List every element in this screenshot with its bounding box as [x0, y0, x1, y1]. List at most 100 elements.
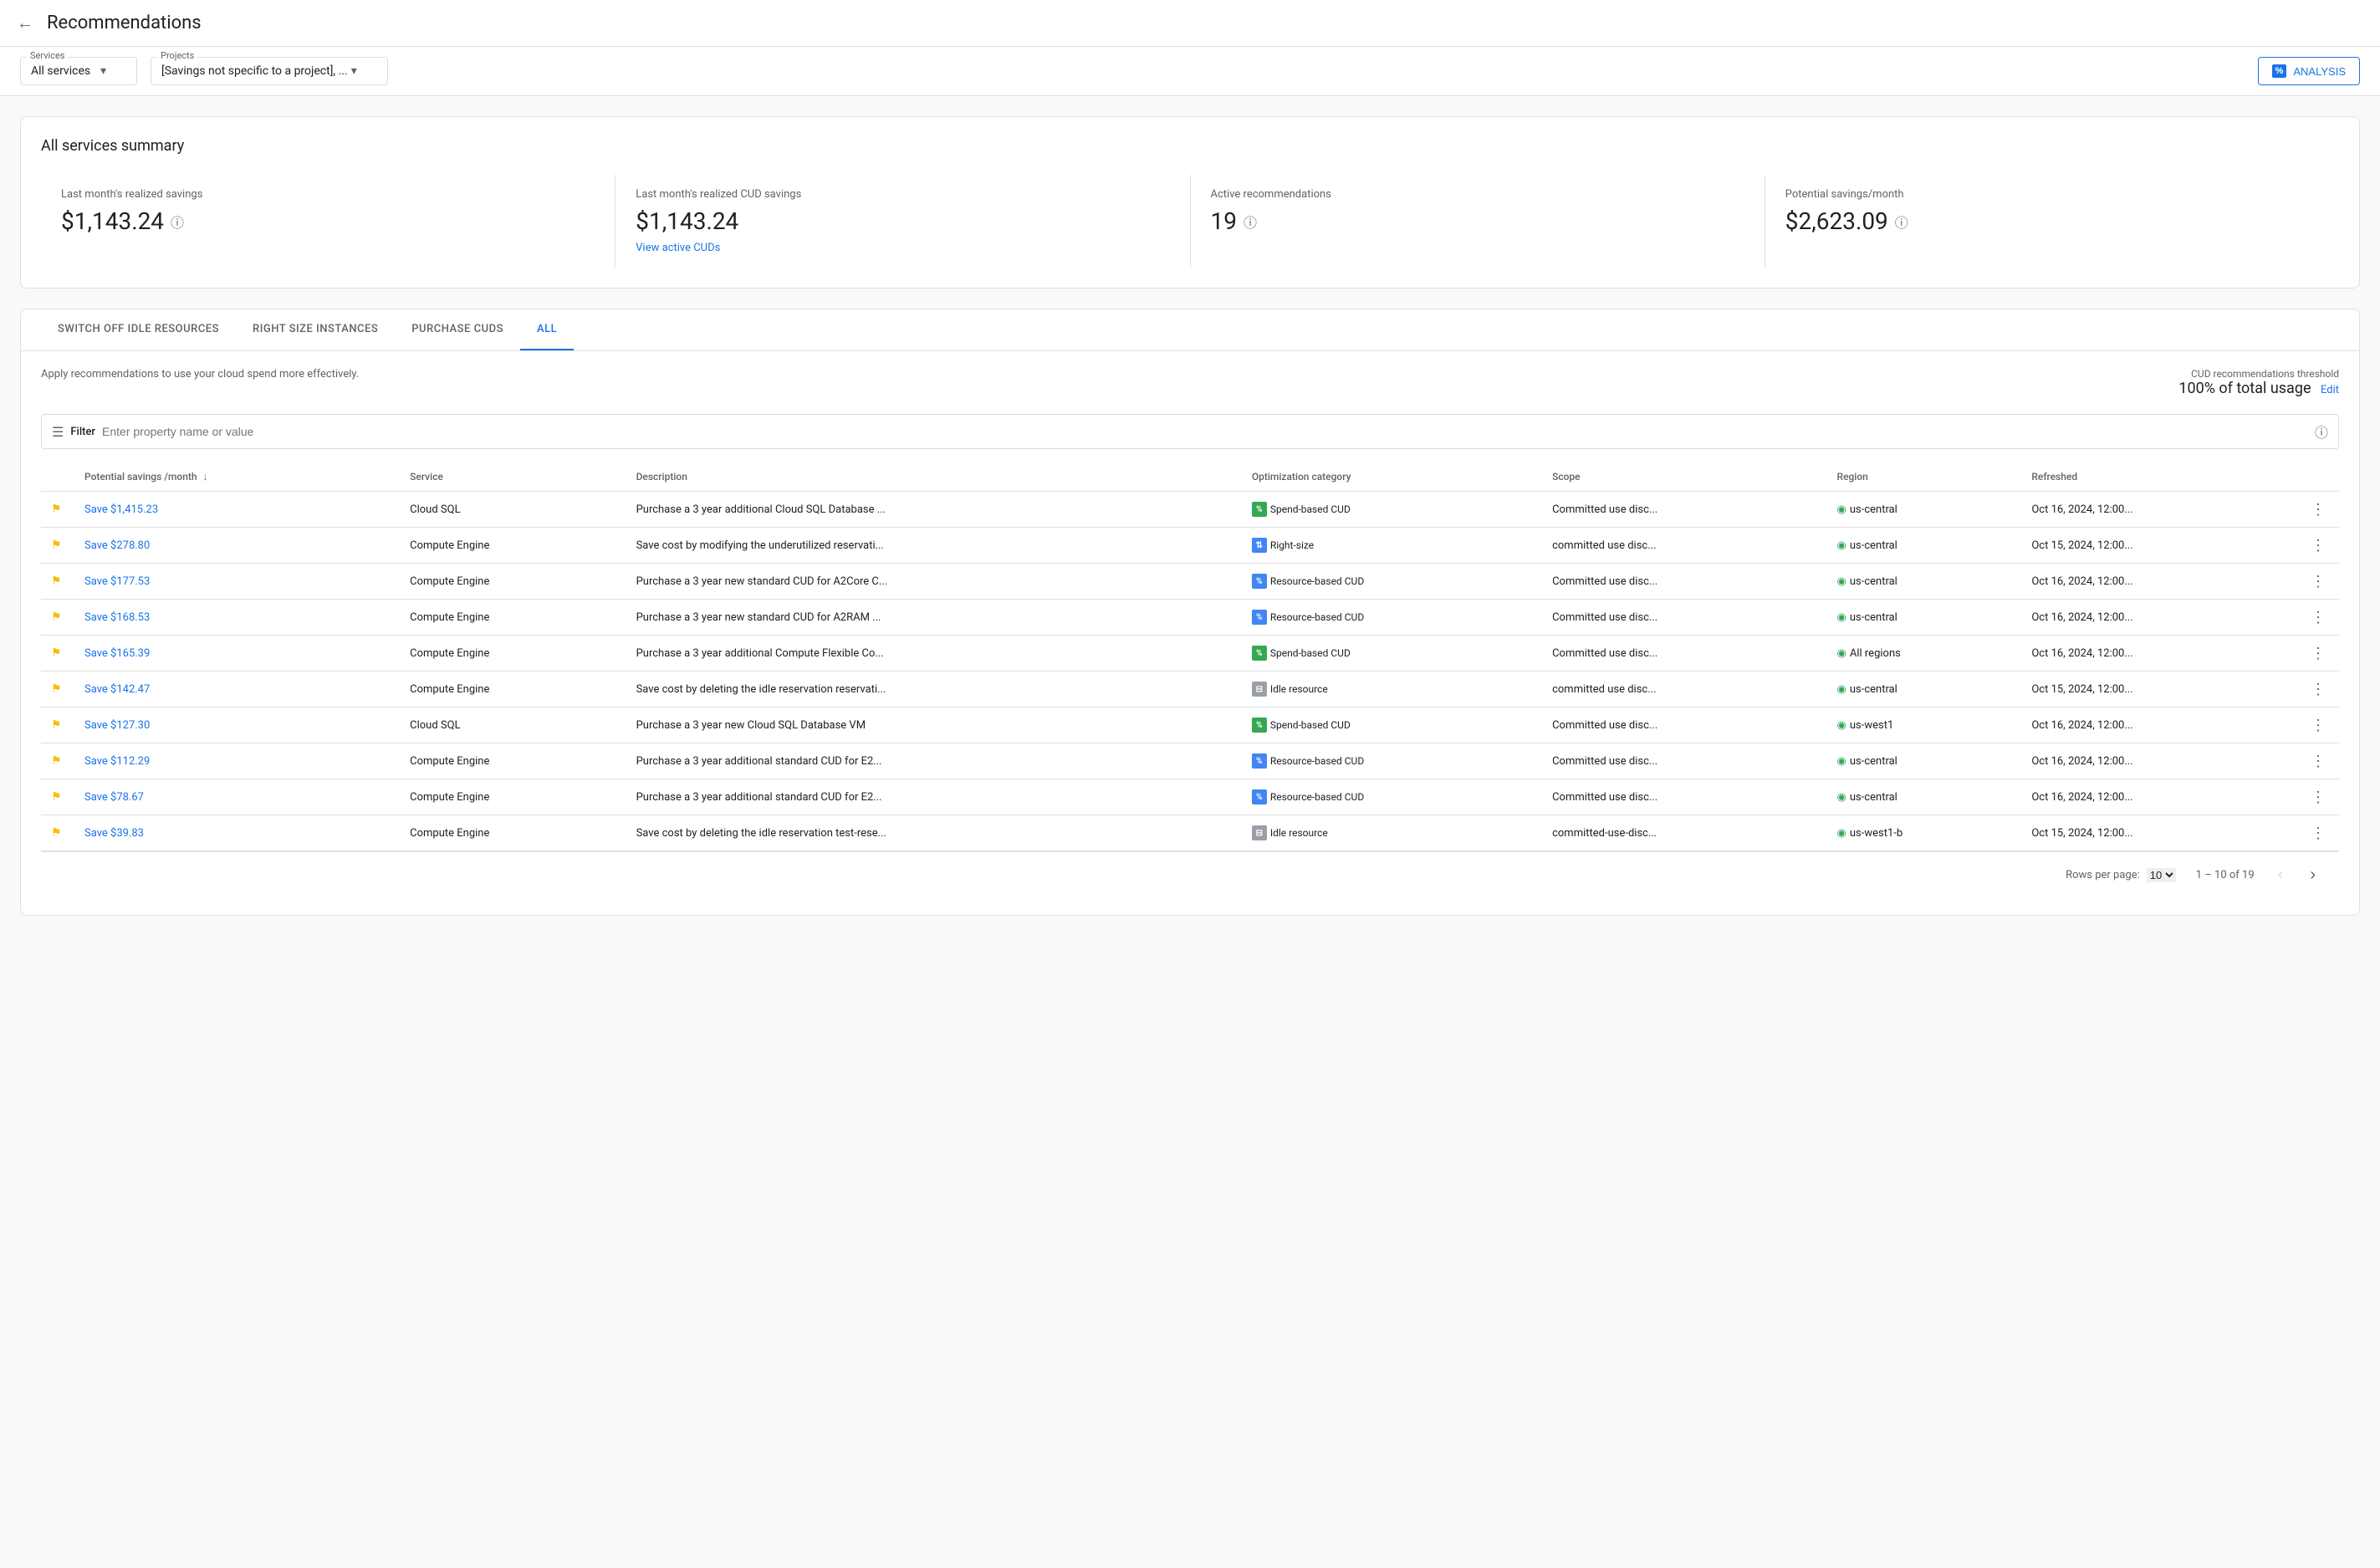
row-flag: ⚑: [41, 707, 74, 743]
table-row: ⚑ Save $127.30 Cloud SQL Purchase a 3 ye…: [41, 707, 2339, 743]
more-actions-icon[interactable]: ⋮: [2307, 605, 2329, 630]
info-icon-realized-savings[interactable]: ⓘ: [171, 212, 184, 232]
more-actions-icon[interactable]: ⋮: [2307, 641, 2329, 666]
opt-badge-icon: ⇅: [1252, 538, 1267, 553]
row-optimization: % Spend-based CUD: [1242, 492, 1542, 528]
th-region[interactable]: Region: [1827, 462, 2022, 492]
view-active-cuds-link[interactable]: View active CUDs: [636, 242, 720, 254]
th-service[interactable]: Service: [400, 462, 626, 492]
more-actions-icon[interactable]: ⋮: [2307, 785, 2329, 810]
analysis-button[interactable]: % ANALYSIS: [2258, 57, 2360, 85]
row-savings: Save $1,415.23: [74, 492, 400, 528]
row-refreshed: Oct 16, 2024, 12:00...: [2021, 492, 2297, 528]
row-description: Purchase a 3 year additional standard CU…: [626, 779, 1242, 815]
savings-link[interactable]: Save $1,415.23: [84, 503, 158, 516]
flag-icon: ⚑: [51, 826, 62, 840]
opt-badge-icon: %: [1252, 646, 1267, 661]
row-region: ◉ us-west1-b: [1827, 815, 2022, 851]
projects-select[interactable]: [Savings not specific to a project], ...…: [151, 57, 388, 85]
row-region: ◉ us-central: [1827, 528, 2022, 564]
card-value-active-recommendations: 19 ⓘ: [1211, 207, 1258, 235]
info-icon-active-recommendations[interactable]: ⓘ: [1244, 212, 1257, 232]
opt-category-label: Idle resource: [1270, 827, 1328, 839]
region-icon: ◉: [1837, 503, 1846, 516]
tab-switch-off-idle[interactable]: SWITCH OFF IDLE RESOURCES: [41, 309, 236, 350]
more-actions-icon[interactable]: ⋮: [2307, 534, 2329, 558]
services-select[interactable]: All services ▾: [20, 57, 137, 85]
tab-right-size[interactable]: RIGHT SIZE INSTANCES: [236, 309, 395, 350]
th-description[interactable]: Description: [626, 462, 1242, 492]
table-row: ⚑ Save $142.47 Compute Engine Save cost …: [41, 672, 2339, 707]
row-description: Purchase a 3 year additional standard CU…: [626, 743, 1242, 779]
cud-threshold-label: CUD recommendations threshold: [2178, 368, 2339, 380]
more-actions-icon[interactable]: ⋮: [2307, 821, 2329, 845]
summary-section: All services summary Last month's realiz…: [20, 116, 2360, 289]
row-savings: Save $39.83: [74, 815, 400, 851]
row-more: ⋮: [2297, 636, 2339, 672]
th-refreshed[interactable]: Refreshed: [2021, 462, 2297, 492]
table-row: ⚑ Save $278.80 Compute Engine Save cost …: [41, 528, 2339, 564]
savings-link[interactable]: Save $78.67: [84, 791, 144, 804]
info-icon-potential-savings[interactable]: ⓘ: [1895, 212, 1908, 232]
more-actions-icon[interactable]: ⋮: [2307, 749, 2329, 774]
row-flag: ⚑: [41, 600, 74, 636]
row-region: ◉ us-central: [1827, 672, 2022, 707]
projects-chevron-icon: ▾: [351, 64, 357, 78]
projects-label: Projects: [157, 50, 197, 61]
savings-link[interactable]: Save $278.80: [84, 539, 150, 552]
region-icon: ◉: [1837, 755, 1846, 768]
row-service: Compute Engine: [400, 636, 626, 672]
tabs: SWITCH OFF IDLE RESOURCES RIGHT SIZE INS…: [21, 309, 2359, 351]
row-scope: Committed use disc...: [1542, 743, 1826, 779]
row-scope: Committed use disc...: [1542, 600, 1826, 636]
row-savings: Save $142.47: [74, 672, 400, 707]
row-optimization: % Resource-based CUD: [1242, 779, 1542, 815]
table-row: ⚑ Save $39.83 Compute Engine Save cost b…: [41, 815, 2339, 851]
more-actions-icon[interactable]: ⋮: [2307, 569, 2329, 594]
row-region: ◉ us-central: [1827, 743, 2022, 779]
more-actions-icon[interactable]: ⋮: [2307, 498, 2329, 522]
row-optimization: % Resource-based CUD: [1242, 600, 1542, 636]
card-label-potential-savings: Potential savings/month: [1785, 188, 1904, 201]
filter-help-icon[interactable]: ⓘ: [2315, 421, 2328, 442]
row-flag: ⚑: [41, 815, 74, 851]
next-page-button[interactable]: ›: [2306, 862, 2319, 888]
tab-purchase-cuds[interactable]: PURCHASE CUDS: [395, 309, 520, 350]
savings-link[interactable]: Save $168.53: [84, 611, 150, 624]
row-description: Save cost by modifying the underutilized…: [626, 528, 1242, 564]
opt-category-label: Resource-based CUD: [1270, 575, 1364, 587]
projects-field: Projects [Savings not specific to a proj…: [151, 57, 388, 85]
row-savings: Save $165.39: [74, 636, 400, 672]
row-scope: Committed use disc...: [1542, 707, 1826, 743]
row-refreshed: Oct 16, 2024, 12:00...: [2021, 600, 2297, 636]
savings-link[interactable]: Save $127.30: [84, 719, 150, 732]
row-service: Compute Engine: [400, 564, 626, 600]
cud-threshold-edit-link[interactable]: Edit: [2321, 384, 2339, 396]
row-description: Save cost by deleting the idle reservati…: [626, 672, 1242, 707]
savings-link[interactable]: Save $142.47: [84, 683, 150, 696]
row-scope: committed-use-disc...: [1542, 815, 1826, 851]
pagination: Rows per page: 10 25 50 1 – 10 of 19 ‹ ›: [41, 851, 2339, 898]
filter-bar: ☰ Filter ⓘ: [41, 414, 2339, 449]
row-more: ⋮: [2297, 564, 2339, 600]
row-more: ⋮: [2297, 779, 2339, 815]
th-optimization[interactable]: Optimization category: [1242, 462, 1542, 492]
savings-link[interactable]: Save $112.29: [84, 755, 150, 768]
table-row: ⚑ Save $112.29 Compute Engine Purchase a…: [41, 743, 2339, 779]
more-actions-icon[interactable]: ⋮: [2307, 713, 2329, 738]
savings-link[interactable]: Save $165.39: [84, 647, 150, 660]
filter-input[interactable]: [102, 425, 2308, 438]
rows-per-page-select[interactable]: 10 25 50: [2147, 868, 2176, 882]
th-savings[interactable]: Potential savings /month ↓: [74, 462, 400, 492]
tab-all[interactable]: ALL: [520, 309, 574, 350]
region-label: us-central: [1850, 611, 1897, 624]
savings-link[interactable]: Save $177.53: [84, 575, 150, 588]
back-button[interactable]: ←: [17, 13, 33, 33]
recommendations-section: SWITCH OFF IDLE RESOURCES RIGHT SIZE INS…: [20, 309, 2360, 916]
row-refreshed: Oct 15, 2024, 12:00...: [2021, 815, 2297, 851]
row-refreshed: Oct 16, 2024, 12:00...: [2021, 707, 2297, 743]
more-actions-icon[interactable]: ⋮: [2307, 677, 2329, 702]
prev-page-button[interactable]: ‹: [2275, 862, 2287, 888]
savings-link[interactable]: Save $39.83: [84, 827, 144, 840]
th-scope[interactable]: Scope: [1542, 462, 1826, 492]
